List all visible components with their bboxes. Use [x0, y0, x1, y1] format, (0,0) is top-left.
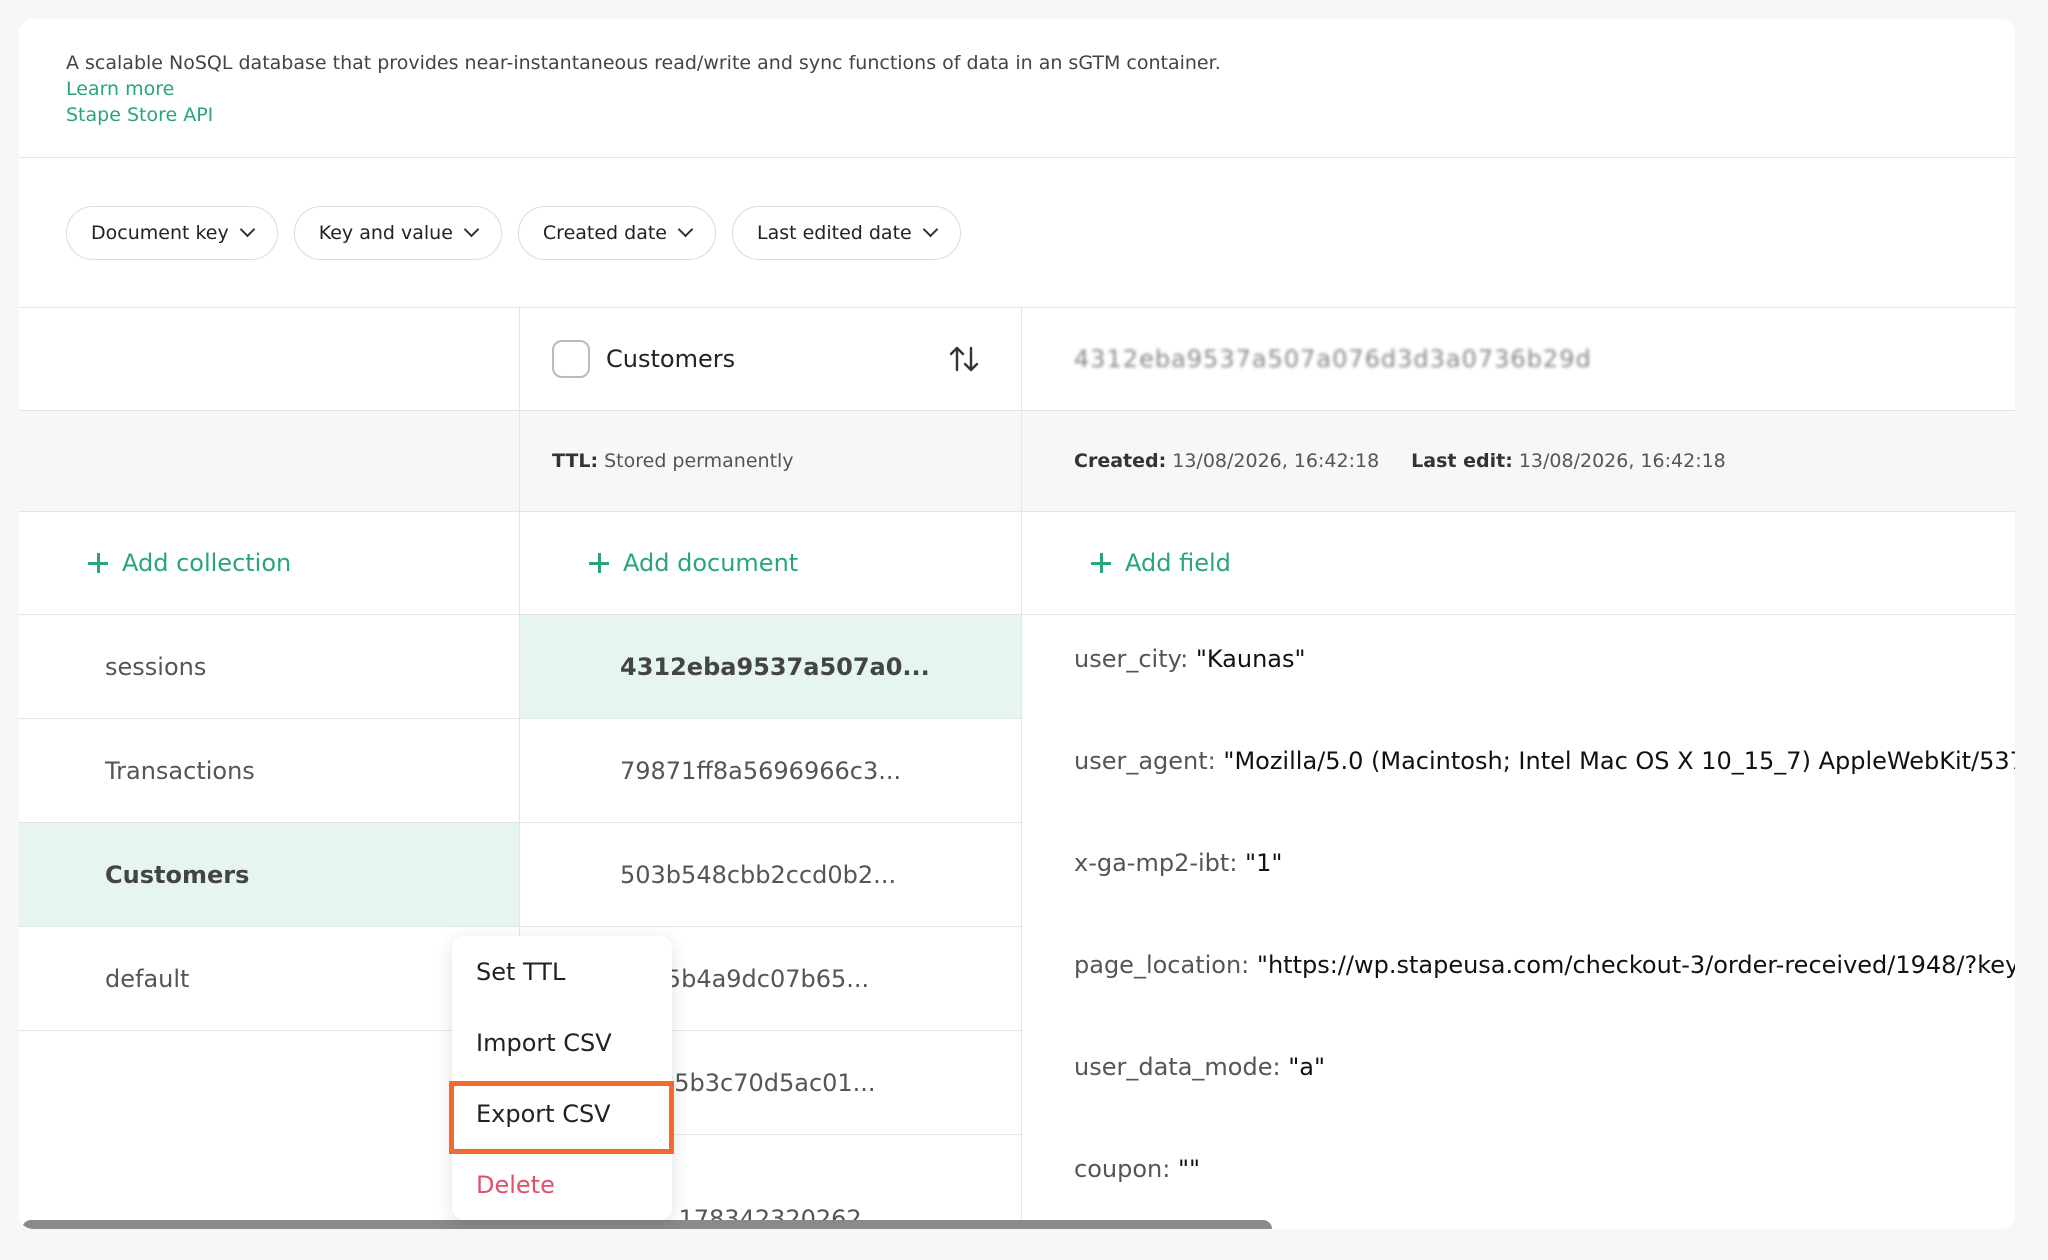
document-detail-meta: Created: 13/08/2026, 16:42:18 Last edit:… — [1022, 411, 2015, 512]
created-label: Created: — [1074, 450, 1167, 472]
collections-header — [19, 308, 519, 411]
ttl-label: TTL: — [552, 450, 599, 472]
plus-icon — [589, 553, 609, 573]
filter-label: Last edited date — [756, 222, 912, 244]
collections-column: Add collection sessions Transactions Cus… — [19, 308, 520, 1219]
ttl-info: TTL: Stored permanently — [552, 450, 794, 472]
add-field-label: Add field — [1125, 549, 1231, 577]
menu-item-import-csv[interactable]: Import CSV — [476, 1029, 612, 1057]
field-key: user_city: — [1074, 645, 1189, 673]
collection-context-menu: Set TTL Import CSV Export CSV Delete — [452, 936, 672, 1220]
scrollbar-thumb[interactable] — [22, 1220, 1272, 1229]
add-document-row: Add document — [520, 512, 1021, 615]
collection-label: Customers — [105, 860, 250, 889]
document-id: 4312eba9537a507a076d3d3a0736b29d — [1074, 345, 1592, 373]
filter-document-key[interactable]: Document key — [66, 206, 278, 260]
field-value: "1" — [1245, 849, 1283, 877]
document-label: 4312eba9537a507a0... — [620, 652, 930, 681]
add-collection-row: Add collection — [19, 512, 519, 615]
collection-label: sessions — [105, 652, 207, 681]
collections-meta — [19, 411, 519, 512]
add-document-button[interactable]: Add document — [589, 549, 798, 577]
documents-title: Customers — [606, 345, 736, 373]
document-detail-header: 4312eba9537a507a076d3d3a0736b29d — [1022, 308, 2015, 411]
collection-label: default — [105, 964, 190, 993]
ttl-value: Stored permanently — [604, 450, 794, 472]
divider — [19, 157, 2015, 158]
document-item[interactable]: 503b548cbb2ccd0b2... — [520, 823, 1021, 927]
document-label: 79871ff8a5696966c3... — [620, 756, 902, 785]
field-key: coupon: — [1074, 1155, 1171, 1183]
data-grid: Add collection sessions Transactions Cus… — [19, 308, 2015, 1229]
documents-header: Customers — [520, 308, 1021, 411]
field-value: "Kaunas" — [1195, 645, 1306, 673]
field-row[interactable]: user_city: "Kaunas" — [1074, 644, 2015, 746]
plus-icon — [1091, 553, 1111, 573]
stape-store-card: A scalable NoSQL database that provides … — [19, 19, 2015, 1229]
document-label: 503b548cbb2ccd0b2... — [620, 860, 897, 889]
field-key: user_data_mode: — [1074, 1053, 1281, 1081]
field-value: "" — [1177, 1155, 1201, 1183]
menu-item-delete[interactable]: Delete — [476, 1171, 555, 1199]
field-key: user_agent: — [1074, 747, 1216, 775]
filter-last-edited-date[interactable]: Last edited date — [731, 206, 961, 260]
collection-item-sessions[interactable]: sessions — [19, 615, 519, 719]
filter-key-and-value[interactable]: Key and value — [293, 206, 502, 260]
document-item[interactable]: 79871ff8a5696966c3... — [520, 719, 1021, 823]
created-value: 13/08/2026, 16:42:18 — [1172, 450, 1380, 472]
field-value: "a" — [1288, 1053, 1325, 1081]
add-field-button[interactable]: Add field — [1091, 549, 1231, 577]
add-document-label: Add document — [623, 549, 799, 577]
intro-description: A scalable NoSQL database that provides … — [66, 52, 1221, 74]
filter-label: Key and value — [318, 222, 453, 244]
learn-more-link[interactable]: Learn more — [66, 76, 1221, 102]
field-value: "https://wp.stapeusa.com/checkout-3/orde… — [1256, 951, 2015, 979]
field-row[interactable]: x-ga-mp2-ibt: "1" — [1074, 848, 2015, 950]
field-key: x-ga-mp2-ibt: — [1074, 849, 1238, 877]
field-row[interactable]: user_agent: "Mozilla/5.0 (Macintosh; Int… — [1074, 746, 2015, 848]
field-value: "Mozilla/5.0 (Macintosh; Intel Mac OS X … — [1223, 747, 2015, 775]
horizontal-scrollbar[interactable] — [19, 1218, 2015, 1229]
intro-section: A scalable NoSQL database that provides … — [66, 51, 1221, 128]
filter-bar: Document key Key and value Created date … — [66, 206, 961, 260]
filter-label: Created date — [542, 222, 667, 244]
api-link[interactable]: Stape Store API — [66, 102, 1221, 128]
sort-icon[interactable] — [947, 342, 981, 376]
add-field-row: Add field — [1022, 512, 2015, 615]
chevron-down-icon — [679, 224, 691, 236]
created-info: Created: 13/08/2026, 16:42:18 — [1074, 450, 1379, 472]
menu-item-set-ttl[interactable]: Set TTL — [476, 958, 565, 986]
chevron-down-icon — [465, 224, 477, 236]
chevron-down-icon — [241, 224, 253, 236]
last-edit-value: 13/08/2026, 16:42:18 — [1518, 450, 1726, 472]
plus-icon — [88, 553, 108, 573]
documents-meta: TTL: Stored permanently — [520, 411, 1021, 512]
field-key: page_location: — [1074, 951, 1250, 979]
last-edit-info: Last edit: 13/08/2026, 16:42:18 — [1411, 450, 1726, 472]
collection-item-customers[interactable]: Customers — [19, 823, 519, 927]
select-all-checkbox[interactable] — [552, 340, 590, 378]
collection-label: Transactions — [105, 756, 255, 785]
add-collection-button[interactable]: Add collection — [88, 549, 291, 577]
chevron-down-icon — [924, 224, 936, 236]
collection-item-default[interactable]: default — [19, 927, 519, 1031]
field-row[interactable]: page_location: "https://wp.stapeusa.com/… — [1074, 950, 2015, 1052]
filter-created-date[interactable]: Created date — [517, 206, 716, 260]
filter-label: Document key — [91, 222, 229, 244]
field-list: user_city: "Kaunas" user_agent: "Mozilla… — [1074, 644, 2015, 1229]
document-item[interactable]: 4312eba9537a507a0... — [520, 615, 1021, 719]
last-edit-label: Last edit: — [1411, 450, 1513, 472]
menu-item-export-csv[interactable]: Export CSV — [476, 1100, 611, 1128]
add-collection-label: Add collection — [122, 549, 292, 577]
field-row[interactable]: user_data_mode: "a" — [1074, 1052, 2015, 1154]
collection-item-transactions[interactable]: Transactions — [19, 719, 519, 823]
